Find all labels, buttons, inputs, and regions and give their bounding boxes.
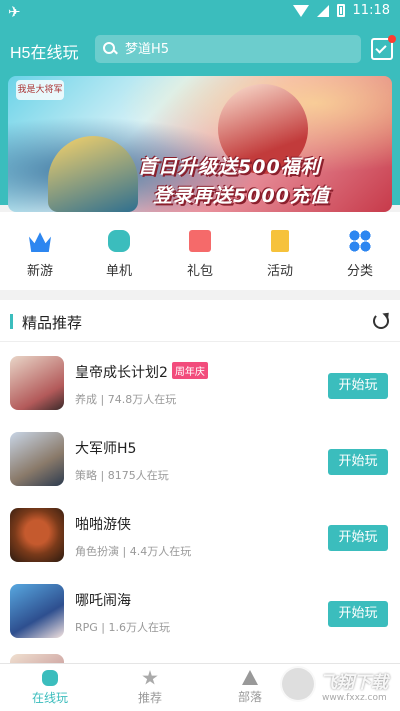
game-list-item[interactable]: 大军师H5 策略 | 8175人在玩 开始玩 bbox=[0, 422, 400, 498]
game-thumbnail bbox=[10, 432, 64, 486]
game-name-row: 皇帝成长计划2 周年庆 bbox=[75, 362, 208, 382]
game-meta: 养成 | 74.8万人在玩 bbox=[75, 393, 177, 406]
game-thumbnail bbox=[10, 356, 64, 410]
category-label: 活动 bbox=[266, 264, 293, 279]
site-watermark: 飞翔下载 www.fxxz.com bbox=[280, 666, 396, 708]
triangle-icon bbox=[242, 670, 258, 685]
start-play-button[interactable]: 开始玩 bbox=[328, 449, 388, 475]
tab-tribe[interactable]: 部落 bbox=[210, 670, 290, 705]
promo-banner[interactable]: 我是大将军 首日升级送500福利 登录再送5000充值 bbox=[8, 76, 392, 212]
game-thumbnail bbox=[10, 508, 64, 562]
watermark-title: 飞翔下载 bbox=[320, 673, 388, 693]
tab-label: 部落 bbox=[237, 690, 262, 704]
checkin-calendar-icon[interactable] bbox=[371, 35, 396, 60]
start-play-button[interactable]: 开始玩 bbox=[328, 601, 388, 627]
category-gift-packs[interactable]: 礼包 bbox=[168, 230, 232, 279]
status-time: 11:18 bbox=[352, 3, 390, 18]
game-name: 大军师H5 bbox=[75, 441, 137, 457]
game-list-item[interactable]: 哪吒闹海 RPG | 1.6万人在玩 开始玩 bbox=[0, 574, 400, 650]
category-events[interactable]: 活动 bbox=[248, 230, 312, 279]
search-bar[interactable] bbox=[95, 35, 361, 63]
tab-label: 推荐 bbox=[137, 691, 162, 705]
game-name: 皇帝成长计划2 bbox=[75, 365, 168, 381]
game-name: 啪啪游侠 bbox=[75, 517, 131, 533]
refresh-icon[interactable] bbox=[373, 313, 389, 329]
search-icon bbox=[103, 42, 117, 56]
game-meta: RPG | 1.6万人在玩 bbox=[75, 621, 170, 634]
watermark-logo-icon bbox=[280, 666, 316, 702]
banner-promo-line2: 登录再送5000充值 bbox=[153, 185, 330, 207]
section-header: 精品推荐 bbox=[0, 300, 400, 342]
banner-promo-line1: 首日升级送500福利 bbox=[138, 156, 321, 178]
game-list-item[interactable]: 皇帝成长计划2 周年庆 养成 | 74.8万人在玩 开始玩 bbox=[0, 346, 400, 422]
game-thumbnail bbox=[10, 654, 64, 663]
gamepad-icon bbox=[108, 230, 130, 252]
category-single-player[interactable]: 单机 bbox=[87, 230, 151, 279]
category-nav: 新游 单机 礼包 活动 分类 bbox=[0, 212, 400, 290]
battery-icon bbox=[336, 4, 345, 17]
game-meta: 角色扮演 | 4.4万人在玩 bbox=[75, 545, 192, 558]
tab-online-play[interactable]: 在线玩 bbox=[10, 670, 90, 706]
app-title: H5在线玩 bbox=[10, 45, 79, 62]
notification-icon: ✈ bbox=[8, 3, 21, 21]
start-play-button[interactable]: 开始玩 bbox=[328, 373, 388, 399]
game-meta: 策略 | 8175人在玩 bbox=[75, 469, 169, 482]
section-title: 精品推荐 bbox=[22, 314, 83, 332]
game-list-item-partial[interactable] bbox=[0, 650, 400, 663]
crown-icon bbox=[29, 232, 51, 252]
featured-section: 精品推荐 皇帝成长计划2 周年庆 养成 | 74.8万人在玩 开始玩 大军师H5 … bbox=[0, 300, 400, 663]
game-name: 哪吒闹海 bbox=[75, 593, 131, 609]
game-thumbnail bbox=[10, 584, 64, 638]
anniversary-badge: 周年庆 bbox=[171, 362, 208, 379]
tab-recommend[interactable]: 推荐 bbox=[110, 670, 190, 706]
section-accent-bar bbox=[10, 314, 13, 329]
category-new-games[interactable]: 新游 bbox=[8, 230, 72, 279]
category-label: 单机 bbox=[105, 264, 132, 279]
app-header: H5在线玩 bbox=[0, 32, 400, 68]
flag-icon bbox=[271, 230, 289, 252]
signal-icon bbox=[316, 4, 329, 17]
grid-icon bbox=[349, 230, 371, 252]
gift-icon bbox=[189, 230, 211, 252]
game-list-item[interactable]: 啪啪游侠 角色扮演 | 4.4万人在玩 开始玩 bbox=[0, 498, 400, 574]
category-label: 新游 bbox=[26, 264, 53, 279]
category-label: 分类 bbox=[346, 264, 373, 279]
wifi-icon bbox=[292, 4, 309, 17]
category-label: 礼包 bbox=[186, 264, 213, 279]
notification-dot bbox=[388, 35, 396, 43]
category-classify[interactable]: 分类 bbox=[328, 230, 392, 279]
banner-game-logo: 我是大将军 bbox=[16, 80, 64, 100]
start-play-button[interactable]: 开始玩 bbox=[328, 525, 388, 551]
status-bar: ✈ 11:18 bbox=[0, 0, 400, 24]
star-icon bbox=[142, 670, 158, 685]
tab-label: 在线玩 bbox=[31, 691, 68, 705]
gamepad-icon bbox=[42, 670, 58, 686]
search-input[interactable] bbox=[125, 41, 345, 57]
watermark-url: www.fxxz.com bbox=[322, 693, 387, 703]
